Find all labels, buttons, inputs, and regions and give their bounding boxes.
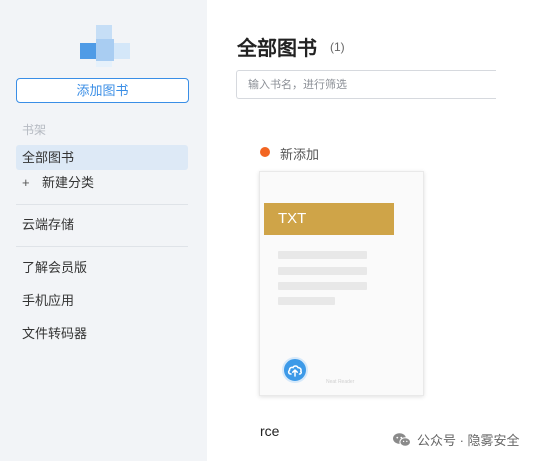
sidebar-item-mobile-app[interactable]: 手机应用 (16, 288, 188, 313)
cloud-upload-icon (287, 365, 302, 377)
sidebar-item-label: 全部图书 (22, 150, 75, 165)
app-logo-icon (80, 25, 130, 67)
book-placeholder-line (278, 297, 335, 305)
page-title: 全部图书 (237, 38, 317, 60)
book-count: (1) (330, 40, 345, 54)
sidebar-divider (16, 204, 188, 205)
book-title[interactable]: rce (260, 423, 279, 439)
search-input[interactable] (236, 70, 496, 99)
sidebar-divider (16, 246, 188, 247)
plus-icon: + (22, 175, 30, 190)
sidebar-item-label: 文件转码器 (22, 326, 88, 341)
sidebar-item-all-books[interactable]: 全部图书 (16, 145, 188, 170)
sidebar-item-label: 手机应用 (22, 293, 75, 308)
sidebar-item-label: 新建分类 (42, 175, 95, 190)
book-cover-watermark: Neat Reader (326, 379, 355, 385)
sidebar: 添加图书 书架 全部图书 + 新建分类 云端存储 了解会员版 手机应用 文件转码器 (0, 0, 207, 461)
book-format-label: TXT (264, 203, 394, 235)
sidebar-item-new-category[interactable]: + 新建分类 (16, 170, 188, 195)
sidebar-item-cloud-storage[interactable]: 云端存储 (16, 212, 188, 237)
wechat-icon (393, 432, 411, 447)
book-placeholder-line (278, 267, 367, 275)
book-placeholder-line (278, 251, 367, 259)
watermark-text: 公众号 · 隐雾安全 (417, 433, 520, 448)
book-card[interactable]: TXT Neat Reader (259, 171, 424, 396)
cloud-upload-button[interactable] (282, 357, 308, 383)
book-placeholder-line (278, 282, 367, 290)
sidebar-item-label: 了解会员版 (22, 260, 88, 275)
status-dot (260, 147, 270, 157)
bookshelf-section-label: 书架 (22, 123, 47, 137)
add-book-button[interactable]: 添加图书 (16, 78, 189, 103)
status-label: 新添加 (280, 147, 320, 162)
watermark: 公众号 · 隐雾安全 (392, 430, 520, 449)
sidebar-item-membership[interactable]: 了解会员版 (16, 255, 188, 280)
sidebar-item-label: 云端存储 (22, 217, 75, 232)
sidebar-item-file-converter[interactable]: 文件转码器 (16, 321, 188, 346)
